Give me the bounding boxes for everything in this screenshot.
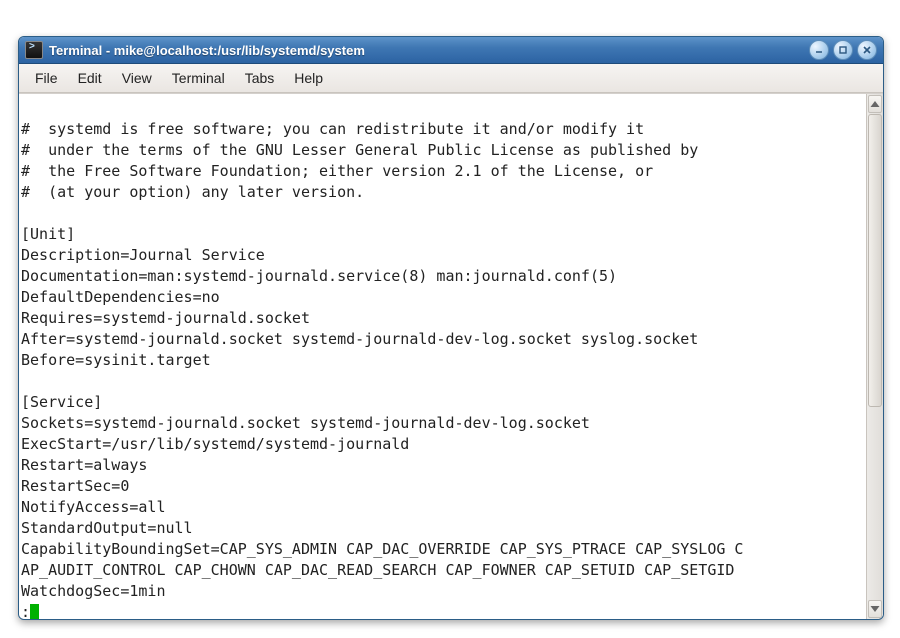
minimize-button[interactable] xyxy=(809,40,829,60)
menu-tabs[interactable]: Tabs xyxy=(235,67,285,89)
terminal-line: Before=sysinit.target xyxy=(21,351,211,369)
terminal-line: Documentation=man:systemd-journald.servi… xyxy=(21,267,617,285)
title-bar[interactable]: Terminal - mike@localhost:/usr/lib/syste… xyxy=(19,37,883,64)
window-controls xyxy=(809,40,877,60)
close-icon xyxy=(862,45,872,55)
terminal-line: # (at your option) any later version. xyxy=(21,183,364,201)
scroll-thumb[interactable] xyxy=(868,114,882,407)
scroll-up-icon xyxy=(869,98,881,110)
terminal-line: # under the terms of the GNU Lesser Gene… xyxy=(21,141,698,159)
scroll-down-icon xyxy=(869,603,881,615)
cursor xyxy=(30,604,39,619)
terminal-line: AP_AUDIT_CONTROL CAP_CHOWN CAP_DAC_READ_… xyxy=(21,561,734,579)
terminal-line: WatchdogSec=1min xyxy=(21,582,166,600)
terminal-area: # systemd is free software; you can redi… xyxy=(19,93,883,619)
close-button[interactable] xyxy=(857,40,877,60)
terminal-line: Sockets=systemd-journald.socket systemd-… xyxy=(21,414,590,432)
terminal-line: RestartSec=0 xyxy=(21,477,129,495)
menu-file[interactable]: File xyxy=(25,67,68,89)
menu-terminal[interactable]: Terminal xyxy=(162,67,235,89)
menu-bar: File Edit View Terminal Tabs Help xyxy=(19,64,883,93)
terminal-line: Restart=always xyxy=(21,456,147,474)
pager-prompt[interactable]: : xyxy=(21,602,864,619)
terminal-line: # the Free Software Foundation; either v… xyxy=(21,162,653,180)
scroll-up-button[interactable] xyxy=(868,95,882,113)
scroll-track[interactable] xyxy=(867,114,883,599)
prompt-char: : xyxy=(21,602,30,619)
terminal-line: After=systemd-journald.socket systemd-jo… xyxy=(21,330,698,348)
terminal-line: Requires=systemd-journald.socket xyxy=(21,309,310,327)
menu-edit[interactable]: Edit xyxy=(68,67,112,89)
menu-help[interactable]: Help xyxy=(284,67,333,89)
maximize-icon xyxy=(838,45,848,55)
terminal-line: NotifyAccess=all xyxy=(21,498,166,516)
terminal-line: Description=Journal Service xyxy=(21,246,265,264)
window-title: Terminal - mike@localhost:/usr/lib/syste… xyxy=(49,43,809,58)
terminal-line: [Unit] xyxy=(21,225,75,243)
maximize-button[interactable] xyxy=(833,40,853,60)
terminal-icon xyxy=(25,41,43,59)
terminal-line: DefaultDependencies=no xyxy=(21,288,220,306)
terminal-content[interactable]: # systemd is free software; you can redi… xyxy=(19,94,866,619)
terminal-line: # systemd is free software; you can redi… xyxy=(21,120,644,138)
minimize-icon xyxy=(814,45,824,55)
menu-view[interactable]: View xyxy=(112,67,162,89)
scroll-down-button[interactable] xyxy=(868,600,882,618)
terminal-line: ExecStart=/usr/lib/systemd/systemd-journ… xyxy=(21,435,409,453)
terminal-line: CapabilityBoundingSet=CAP_SYS_ADMIN CAP_… xyxy=(21,540,743,558)
terminal-line: StandardOutput=null xyxy=(21,519,193,537)
terminal-line: [Service] xyxy=(21,393,102,411)
vertical-scrollbar[interactable] xyxy=(866,94,883,619)
terminal-window: Terminal - mike@localhost:/usr/lib/syste… xyxy=(18,36,884,620)
